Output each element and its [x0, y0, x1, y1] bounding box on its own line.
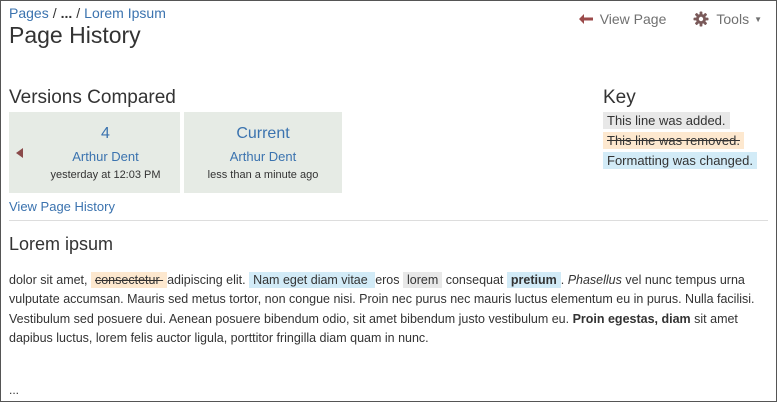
breadcrumb-ellipsis[interactable]: ...: [61, 5, 73, 21]
arrow-left-icon: [16, 147, 23, 158]
version-card-old: 4 Arthur Dent yesterday at 12:03 PM: [31, 112, 180, 193]
content-ellipsis: ...: [9, 383, 20, 397]
page-frame: Pages /... / Lorem Ipsum Page History View …: [0, 0, 777, 402]
version-author-link[interactable]: Arthur Dent: [184, 149, 342, 164]
content-title: Lorem ipsum: [9, 234, 114, 254]
versions-compared-heading: Versions Compared: [9, 87, 176, 108]
breadcrumb-separator: /: [76, 5, 81, 21]
text-segment: adipiscing elit.: [167, 273, 250, 287]
back-arrow-icon: [578, 14, 593, 24]
content-body: dolor sit amet, consectetur adipiscing e…: [9, 271, 764, 348]
chevron-down-icon: ▼: [754, 14, 762, 24]
breadcrumb-current-link[interactable]: Lorem Ipsum: [84, 5, 166, 21]
tools-menu-button[interactable]: Tools ▼: [693, 11, 762, 27]
tools-label: Tools: [716, 11, 750, 27]
italic-text: Phasellus: [567, 273, 622, 287]
bold-text: Proin egestas, diam: [572, 311, 691, 326]
key-formatted-line: Formatting was changed.: [603, 152, 757, 169]
key-removed-line: This line was removed.: [603, 132, 744, 149]
version-card-current: Current Arthur Dent less than a minute a…: [184, 112, 342, 193]
formatted-text: Nam eget diam vitae: [249, 272, 376, 288]
page-toolbar: View Page Tools ▼: [578, 11, 762, 27]
gear-icon: [693, 11, 709, 27]
key-added-line: This line was added.: [603, 112, 730, 129]
breadcrumb: Pages /... / Lorem Ipsum: [9, 5, 166, 21]
diff-key: This line was added. This line was remov…: [603, 112, 757, 172]
versions-compared: 4 Arthur Dent yesterday at 12:03 PM Curr…: [9, 112, 342, 193]
version-timestamp: yesterday at 12:03 PM: [50, 169, 161, 181]
breadcrumb-pages-link[interactable]: Pages: [9, 5, 49, 21]
version-number-link[interactable]: Current: [184, 124, 342, 144]
added-text: lorem: [402, 272, 443, 288]
formatted-text: pretium: [506, 272, 561, 288]
divider: [9, 220, 768, 221]
version-timestamp: less than a minute ago: [207, 169, 319, 181]
previous-version-button[interactable]: [9, 112, 31, 193]
text-segment: consequat: [442, 273, 507, 287]
removed-text: consectetur: [90, 272, 168, 288]
view-page-button[interactable]: View Page: [578, 11, 667, 27]
view-page-history-link[interactable]: View Page History: [9, 199, 115, 214]
text-segment: eros: [375, 273, 403, 287]
text-segment: .: [560, 273, 568, 287]
version-author-link[interactable]: Arthur Dent: [31, 149, 180, 164]
text-segment: dolor sit amet,: [9, 273, 91, 287]
view-page-label: View Page: [599, 11, 667, 27]
breadcrumb-separator: /: [52, 5, 57, 21]
page-title: Page History: [9, 22, 141, 48]
key-heading: Key: [603, 87, 636, 108]
version-number-link[interactable]: 4: [31, 124, 180, 144]
